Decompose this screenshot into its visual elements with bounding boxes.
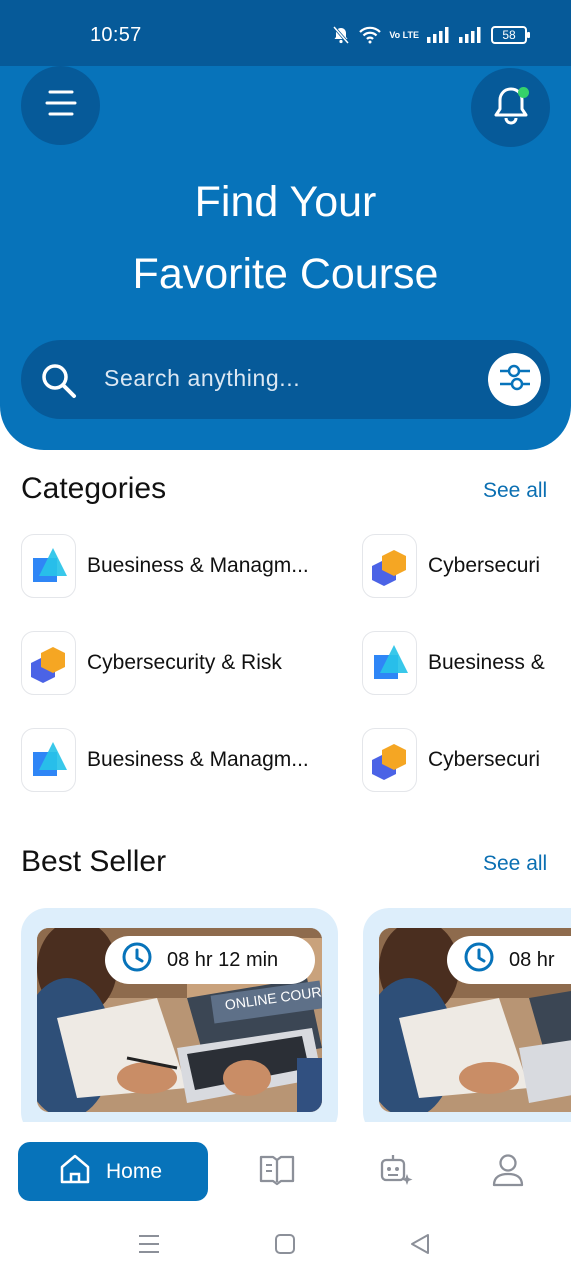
title-line-2: Favorite Course (132, 250, 439, 298)
notification-button[interactable] (471, 68, 550, 147)
search-bar[interactable]: Search anything... (21, 340, 550, 419)
category-item[interactable]: Buesiness & Managm... (21, 534, 331, 598)
business-icon (362, 631, 417, 695)
categories-see-all-link[interactable]: See all (483, 479, 547, 503)
menu-button[interactable] (21, 66, 100, 145)
nav-home-button[interactable]: Home (18, 1142, 208, 1201)
status-time: 10:57 (90, 24, 142, 46)
category-label: Cybersecuri (428, 554, 541, 577)
clock-icon (463, 941, 495, 979)
business-icon (21, 728, 76, 792)
home-icon (58, 1152, 92, 1192)
categories-title: Categories (21, 472, 167, 505)
best-seller-title: Best Seller (21, 845, 167, 878)
best-seller-see-all-link[interactable]: See all (483, 852, 547, 876)
search-input[interactable]: Search anything... (104, 365, 300, 392)
category-item[interactable]: Cybersecurity & Risk (21, 631, 331, 695)
system-nav-bar (0, 1214, 571, 1280)
filter-icon (498, 362, 532, 397)
category-item[interactable]: Buesiness & (362, 631, 571, 695)
search-icon (40, 362, 78, 405)
category-label: Cybersecuri (428, 748, 541, 771)
filter-button[interactable] (488, 353, 541, 406)
app-screen: 10:57 Vo LTE 58 Find Your Favorite Cours… (0, 0, 571, 1280)
hero-header: Find Your Favorite Course Search anythin… (0, 66, 571, 450)
nav-home-label: Home (106, 1159, 163, 1183)
course-card[interactable]: ONLINE COURSE 08 hr 12 min (21, 908, 338, 1138)
volte-icon: Vo LTE (389, 29, 419, 40)
recent-apps-icon[interactable] (137, 1232, 161, 1261)
cybersecurity-icon (21, 631, 76, 695)
duration-badge: 08 hr 12 min (105, 936, 315, 984)
signal-icon (427, 27, 451, 43)
bottom-nav: Home (0, 1122, 571, 1214)
category-item[interactable]: Cybersecuri (362, 728, 571, 792)
menu-icon (44, 88, 78, 123)
status-bar: 10:57 Vo LTE 58 (0, 0, 571, 66)
cybersecurity-icon (362, 534, 417, 598)
back-icon[interactable] (408, 1232, 432, 1261)
clock-icon (121, 941, 153, 979)
battery-level: 58 (502, 28, 516, 42)
category-label: Buesiness & (428, 651, 545, 674)
profile-icon[interactable] (490, 1152, 526, 1193)
mute-bell-icon (331, 25, 351, 45)
ai-bot-icon[interactable] (377, 1152, 415, 1193)
category-item[interactable]: Cybersecuri (362, 534, 571, 598)
status-icons: Vo LTE 58 (331, 22, 530, 48)
book-icon[interactable] (258, 1152, 296, 1193)
battery-icon: 58 (491, 26, 530, 44)
notification-dot (518, 87, 529, 98)
category-label: Buesiness & Managm... (87, 748, 309, 771)
duration-badge: 08 hr (447, 936, 571, 984)
category-item[interactable]: Buesiness & Managm... (21, 728, 331, 792)
title-line-1: Find Your (194, 178, 377, 226)
category-label: Buesiness & Managm... (87, 554, 309, 577)
business-icon (21, 534, 76, 598)
home-system-icon[interactable] (273, 1232, 297, 1261)
signal-icon-2 (459, 27, 483, 43)
page-title: Find Your Favorite Course (0, 166, 571, 310)
course-duration: 08 hr (509, 948, 555, 971)
wifi-icon (359, 26, 382, 44)
category-label: Cybersecurity & Risk (87, 651, 282, 674)
cybersecurity-icon (362, 728, 417, 792)
course-duration: 08 hr 12 min (167, 948, 279, 971)
course-card[interactable]: 08 hr (363, 908, 571, 1138)
